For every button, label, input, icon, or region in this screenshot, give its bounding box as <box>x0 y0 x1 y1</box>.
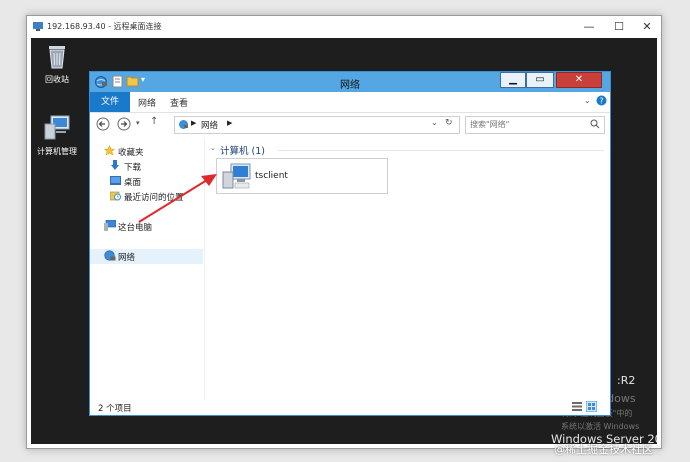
rdp-window-title: 192.168.93.40 - 远程桌面连接 <box>47 22 162 31</box>
rdp-maximize-button[interactable]: ☐ <box>605 19 633 35</box>
remote-desktop[interactable]: 回收站 计算机管理 :R2 激活 Windows 转到"控制面板"中的 系统以激… <box>31 38 657 444</box>
rdp-window: 192.168.93.40 - 远程桌面连接 — ☐ ✕ 回收站 计算机管理:… <box>26 15 662 449</box>
rdp-close-button[interactable]: ✕ <box>633 19 661 35</box>
site-watermark: @稀土掘金技术社区 <box>554 443 653 456</box>
rdp-titlebar[interactable]: 192.168.93.40 - 远程桌面连接 — ☐ ✕ <box>27 16 661 38</box>
annotation-arrow <box>138 174 217 223</box>
rdp-minimize-button[interactable]: — <box>575 19 603 35</box>
rdp-app-icon <box>32 20 44 35</box>
